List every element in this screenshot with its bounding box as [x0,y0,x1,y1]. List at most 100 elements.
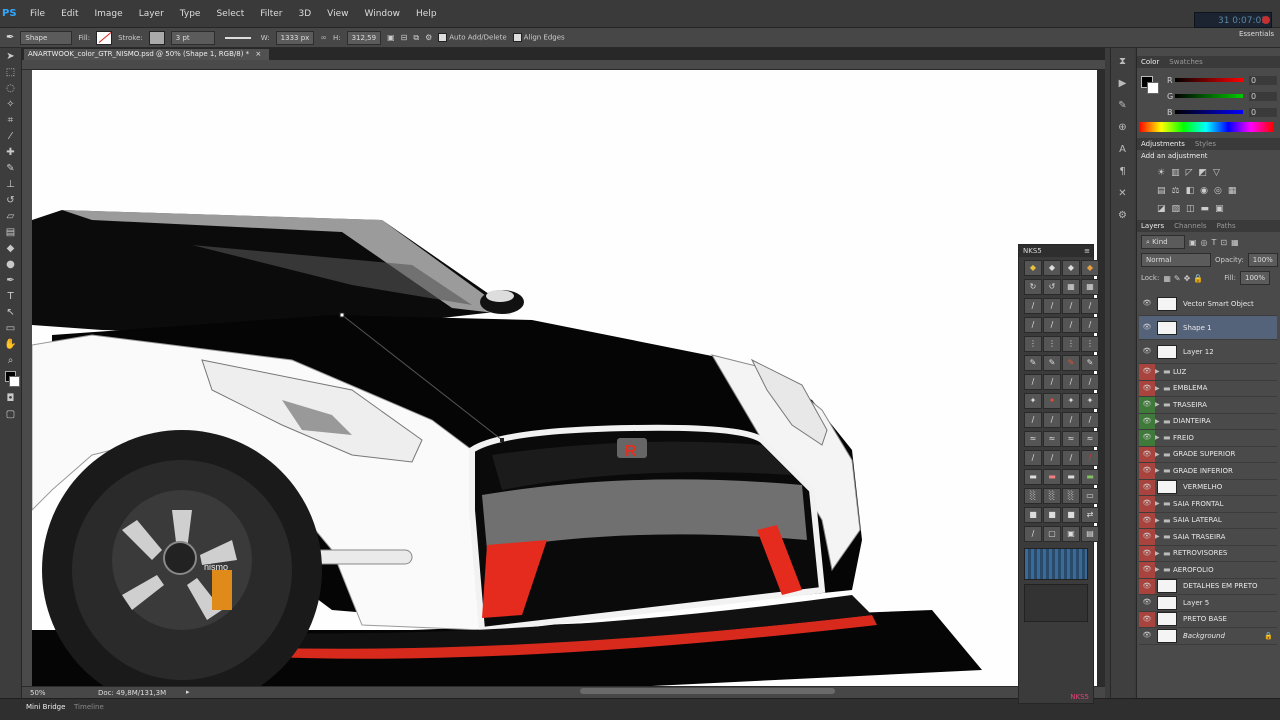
gradient-map-icon[interactable]: ▬ [1201,204,1216,214]
tools-panel-icon[interactable]: ✕ [1115,186,1131,202]
nks-btn-7[interactable]: ▦ [1062,279,1080,295]
layer-row[interactable]: 👁 ▶ ▬ RETROVISORES [1139,545,1277,562]
background-color-swatch[interactable] [1147,82,1159,94]
nks-brush-35[interactable]: ∕ [1062,450,1080,466]
nks-arrows-icon[interactable]: ⇄ [1081,507,1099,523]
layer-row[interactable]: 👁 VERMELHO [1139,479,1277,496]
expand-group-icon[interactable]: ▶ [1155,385,1163,392]
zoom-tool-icon[interactable]: ⌕ [4,354,18,368]
nks-btn-3[interactable]: ◆ [1062,260,1080,276]
nks-brush-30[interactable]: ≈ [1043,431,1061,447]
nks-brush-16[interactable]: ✎ [1081,355,1099,371]
tab-color[interactable]: Color [1141,56,1159,68]
tab-paths[interactable]: Paths [1217,220,1236,232]
history-brush-tool-icon[interactable]: ↺ [4,194,18,208]
visibility-eye-icon[interactable]: 👁 [1139,316,1155,339]
horizontal-scrollbar[interactable] [580,688,835,694]
nks-brush-37[interactable]: ▬ [1024,469,1042,485]
nks-brush-39[interactable]: ▬ [1062,469,1080,485]
menu-image[interactable]: Image [87,9,131,19]
layer-row[interactable]: 👁 ▶ ▬ SAIA TRASEIRA [1139,529,1277,546]
nks-brush-5[interactable]: ∕ [1024,317,1042,333]
color-swatches-icon[interactable] [4,370,20,390]
stroke-swatch[interactable] [148,30,165,45]
visibility-eye-icon[interactable]: 👁 [1139,562,1155,578]
tab-adjustments[interactable]: Adjustments [1141,138,1185,150]
nks-brush-52[interactable]: ▤ [1081,526,1099,542]
exposure-icon[interactable]: ◩ [1199,168,1214,178]
nks-brush-2[interactable]: ∕ [1043,298,1061,314]
status-menu-arrow-icon[interactable]: ▸ [186,688,190,696]
ruler-vertical[interactable] [22,70,32,686]
photo-filter-icon[interactable]: ◉ [1200,186,1214,196]
nks-brush-1[interactable]: ∕ [1024,298,1042,314]
document-tab[interactable]: ANARTWOOK_color_GTR_NISMO.psd @ 50% (Sha… [24,49,270,60]
nks-brush-21[interactable]: ✦ [1024,393,1042,409]
nks-brush-28[interactable]: ∕ [1081,412,1099,428]
visibility-eye-icon[interactable]: 👁 [1139,512,1155,528]
menu-select[interactable]: Select [208,9,252,19]
shape-tool-icon[interactable]: ▭ [4,322,18,336]
nks-brush-12[interactable]: ⋮ [1081,336,1099,352]
nks-color-grid[interactable] [1024,548,1088,580]
move-tool-icon[interactable]: ➤ [4,50,18,64]
height-input[interactable]: 312,59 [346,30,382,45]
menu-window[interactable]: Window [357,9,409,19]
nks-brush-33[interactable]: ∕ [1024,450,1042,466]
nks-brush-22[interactable]: ✦ [1043,393,1061,409]
visibility-eye-icon[interactable]: 👁 [1139,397,1155,413]
menu-filter[interactable]: Filter [252,9,290,19]
visibility-eye-icon[interactable]: 👁 [1139,380,1155,396]
nks-brush-29[interactable]: ≈ [1024,431,1042,447]
nks-brush-32[interactable]: ≈ [1081,431,1099,447]
screen-mode-icon[interactable]: ▢ [4,408,18,422]
expand-group-icon[interactable]: ▶ [1155,467,1163,474]
slider-g[interactable]: G 0 [1167,88,1277,104]
healing-tool-icon[interactable]: ✚ [4,146,18,160]
layer-row[interactable]: 👁 ▶ ▬ SAIA LATERAL [1139,512,1277,529]
nks-brush-49[interactable]: ∕ [1024,526,1042,542]
nks-brush-34[interactable]: ∕ [1043,450,1061,466]
visibility-eye-icon[interactable]: 👁 [1139,628,1155,644]
layer-row[interactable]: 👁 PRETO BASE [1139,611,1277,628]
nks-brush-18[interactable]: ∕ [1043,374,1061,390]
nks-brush-19[interactable]: ∕ [1062,374,1080,390]
menu-layer[interactable]: Layer [131,9,172,19]
nks-brush-44[interactable]: ▭ [1081,488,1099,504]
quick-mask-icon[interactable]: ◘ [4,392,18,406]
nks-brush-38[interactable]: ▬ [1043,469,1061,485]
hand-tool-icon[interactable]: ✋ [4,338,18,352]
levels-icon[interactable]: ▥ [1171,168,1186,178]
nks-brush-46[interactable]: ■ [1043,507,1061,523]
nks-brush-17[interactable]: ∕ [1024,374,1042,390]
menu-type[interactable]: Type [172,9,209,19]
visibility-eye-icon[interactable]: 👁 [1139,292,1155,315]
layer-row[interactable]: 👁 ▶ ▬ EMBLEMA [1139,380,1277,397]
marquee-tool-icon[interactable]: ⬚ [4,66,18,80]
layer-row[interactable]: 👁 Layer 5 [1139,595,1277,612]
quick-select-tool-icon[interactable]: ✧ [4,98,18,112]
selective-color-icon[interactable]: ▣ [1215,204,1230,214]
layer-row[interactable]: 👁 Background 🔒 [1139,628,1277,645]
layer-kind-select[interactable]: ⌕ Kind [1141,235,1185,249]
nks-brush-26[interactable]: ∕ [1043,412,1061,428]
tab-styles[interactable]: Styles [1195,138,1216,150]
nks-brush-47[interactable]: ■ [1062,507,1080,523]
expand-group-icon[interactable]: ▶ [1155,401,1163,408]
nks-brush-51[interactable]: ▣ [1062,526,1080,542]
nks-panel-header[interactable]: NKS5 ≡ [1019,245,1093,257]
visibility-eye-icon[interactable]: 👁 [1139,430,1155,446]
opacity-input[interactable]: 100% [1247,253,1278,267]
visibility-eye-icon[interactable]: 👁 [1139,364,1155,380]
layer-row[interactable]: 👁 ▶ ▬ AEROFOLIO [1139,562,1277,579]
vibrance-icon[interactable]: ▽ [1213,168,1226,178]
play-panel-icon[interactable]: ▶ [1115,76,1131,92]
fill-swatch[interactable] [96,30,113,45]
nks-brush-36[interactable]: ∕ [1081,450,1099,466]
nks-rotate-icon[interactable]: ↺ [1043,279,1061,295]
dodge-tool-icon[interactable]: ● [4,258,18,272]
document-canvas[interactable]: R nismo [32,70,1097,686]
nks-brush-41[interactable]: ░ [1024,488,1042,504]
crop-tool-icon[interactable]: ⌗ [4,114,18,128]
properties-panel-icon[interactable]: ⚙ [1115,208,1131,224]
